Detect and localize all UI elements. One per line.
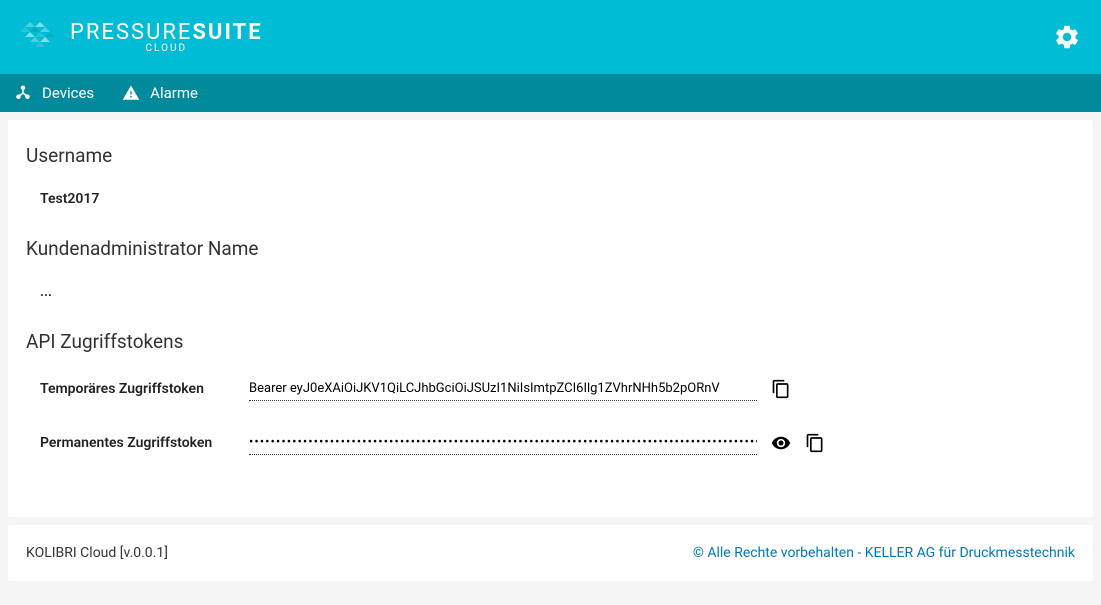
logo-area: PRESSURESUITE CLOUD <box>20 17 263 57</box>
temp-token-label: Temporäres Zugriffstoken <box>40 381 235 397</box>
perm-token-input[interactable] <box>249 431 757 455</box>
nav-label-alarme: Alarme <box>150 84 198 102</box>
temp-token-row: Temporäres Zugriffstoken <box>40 377 1075 401</box>
username-value: Test2017 <box>40 191 1075 207</box>
perm-token-row: Permanentes Zugriffstoken <box>40 431 1075 455</box>
username-label: Username <box>26 144 1075 167</box>
content-card: Username Test2017 Kundenadministrator Na… <box>8 120 1093 517</box>
copy-temp-token-button[interactable] <box>771 379 791 399</box>
footer-card: KOLIBRI Cloud [v.0.0.1] © Alle Rechte vo… <box>8 525 1093 581</box>
devices-icon <box>14 84 32 102</box>
copy-icon <box>805 433 825 453</box>
logo-icon <box>20 17 60 57</box>
logo-main-2: SUITE <box>192 20 262 45</box>
app-header: PRESSURESUITE CLOUD <box>0 0 1101 74</box>
tokens-label: API Zugriffstokens <box>26 330 1075 353</box>
warning-icon <box>122 84 140 102</box>
logo-text: PRESSURESUITE CLOUD <box>70 20 263 54</box>
copy-icon <box>771 379 791 399</box>
logo-sub: CLOUD <box>146 43 188 54</box>
toggle-visibility-button[interactable] <box>771 433 791 453</box>
settings-icon[interactable] <box>1053 23 1081 51</box>
perm-token-label: Permanentes Zugriffstoken <box>40 435 235 451</box>
nav-label-devices: Devices <box>42 84 94 102</box>
footer-copyright-link[interactable]: © Alle Rechte vorbehalten - KELLER AG fü… <box>693 545 1075 561</box>
nav-item-alarme[interactable]: Alarme <box>122 84 198 102</box>
logo-main-1: PRESSURE <box>70 20 192 45</box>
nav-bar: Devices Alarme <box>0 74 1101 112</box>
temp-token-input[interactable] <box>249 377 757 401</box>
nav-item-devices[interactable]: Devices <box>14 84 94 102</box>
admin-label: Kundenadministrator Name <box>26 237 1075 260</box>
copy-perm-token-button[interactable] <box>805 433 825 453</box>
eye-icon <box>771 432 791 454</box>
footer-version: KOLIBRI Cloud [v.0.0.1] <box>26 545 168 561</box>
admin-value: ... <box>40 284 1075 300</box>
